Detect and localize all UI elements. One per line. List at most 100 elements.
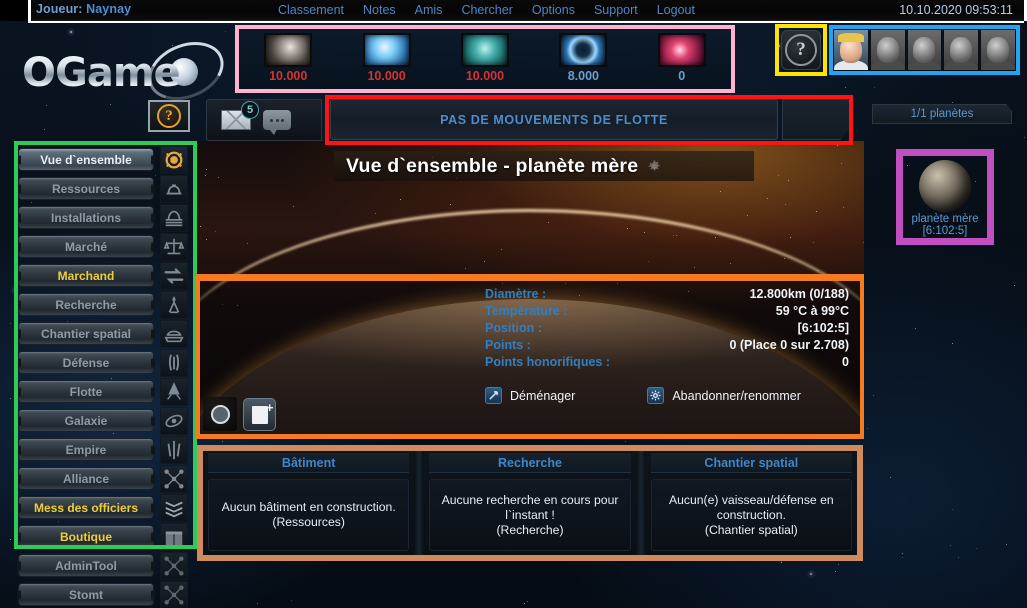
sidebar-button[interactable]: Marché <box>18 235 154 258</box>
metal-amount: 10.000 <box>269 69 308 83</box>
officer-admiral[interactable] <box>869 29 906 71</box>
sidebar-button[interactable]: Chantier spatial <box>18 322 154 345</box>
abandon-rename-action[interactable]: Abandonner/renommer <box>647 387 801 404</box>
sidebar-item-marchand[interactable]: Marchand <box>18 261 193 290</box>
alliance-icon[interactable] <box>160 465 188 493</box>
player-label: Joueur: <box>36 2 83 16</box>
sidebar-button[interactable]: Flotte <box>18 380 154 403</box>
info-value: 0 <box>842 354 849 369</box>
sidebar-button[interactable]: Recherche <box>18 293 154 316</box>
panel-research-body[interactable]: Aucune recherche en cours pour l`instant… <box>429 479 631 551</box>
sidebar-item-boutique[interactable]: Boutique <box>18 522 193 551</box>
sidebar-item-admintool[interactable]: AdminTool <box>18 551 193 580</box>
planet-counter-label: 1/1 planètes <box>910 108 974 120</box>
nav-link-options[interactable]: Options <box>532 3 575 17</box>
resource-metal[interactable]: 10.000 <box>244 33 332 83</box>
metal-icon <box>264 33 313 67</box>
resource-deuterium[interactable]: 10.000 <box>441 33 529 83</box>
fleet-icon[interactable] <box>160 378 188 406</box>
planet-list-item[interactable]: planète mère [6:102:5] <box>899 152 991 242</box>
sidebar-button[interactable]: Boutique <box>18 525 154 548</box>
resource-energy[interactable]: 8.000 <box>539 33 627 83</box>
sidebar-item-label: Marché <box>64 239 108 254</box>
sidebar-button[interactable]: Ressources <box>18 177 154 200</box>
move-planet-label: Déménager <box>510 388 576 403</box>
sidebar-item-march[interactable]: Marché <box>18 232 193 261</box>
sidebar-button[interactable]: Installations <box>18 206 154 229</box>
sidebar-item-label: Marchand <box>57 268 115 283</box>
panel-buildings-body[interactable]: Aucun bâtiment en construction. (Ressour… <box>208 479 410 551</box>
fleet-movement-banner[interactable]: PAS DE MOUVEMENTS DE FLOTTE <box>330 99 778 140</box>
sidebar-button[interactable]: Galaxie <box>18 409 154 432</box>
resource-crystal[interactable]: 10.000 <box>343 33 431 83</box>
officer-commander[interactable] <box>833 29 869 71</box>
nav-link-classement[interactable]: Classement <box>278 3 344 17</box>
sidebar-item-label: Recherche <box>55 297 117 312</box>
sidebar-item-stomt[interactable]: Stomt <box>18 580 193 608</box>
nav-link-chercher[interactable]: Chercher <box>461 3 512 17</box>
officer-hat <box>837 33 864 42</box>
sidebar-button[interactable]: Marchand <box>18 264 154 287</box>
sidebar-item-d-fense[interactable]: Défense <box>18 348 193 377</box>
sidebar-button[interactable]: Stomt <box>18 583 154 606</box>
sidebar-item-mess-des-officiers[interactable]: Mess des officiers <box>18 493 193 522</box>
server-datetime: 10.10.2020 09:53:11 <box>899 3 1013 17</box>
sidebar-item-recherche[interactable]: Recherche <box>18 290 193 319</box>
panel-shipyard-title: Chantier spatial <box>704 455 799 470</box>
sidebar-item-empire[interactable]: Empire <box>18 435 193 464</box>
resource-bar: 10.000 10.000 10.000 8.000 0 <box>238 28 732 90</box>
overview-icon[interactable] <box>160 146 188 174</box>
shop-icon[interactable] <box>160 523 188 551</box>
gear-icon[interactable] <box>648 160 661 173</box>
empire-icon[interactable] <box>160 436 188 464</box>
resource-darkmatter[interactable]: 0 <box>638 33 726 83</box>
sidebar-item-alliance[interactable]: Alliance <box>18 464 193 493</box>
sidebar-button[interactable]: Alliance <box>18 467 154 490</box>
facilities-icon[interactable] <box>160 204 188 232</box>
officers-icon[interactable] <box>160 494 188 522</box>
admin-icon[interactable] <box>160 552 188 580</box>
planet-bottom-icons <box>203 397 276 431</box>
sidebar-button[interactable]: Vue d`ensemble <box>18 148 154 171</box>
info-key: Points honorifiques : <box>485 354 610 369</box>
nav-link-notes[interactable]: Notes <box>363 3 396 17</box>
info-row-position: Position : [6:102:5] <box>485 319 849 336</box>
research-icon[interactable] <box>160 291 188 319</box>
sidebar-button[interactable]: AdminTool <box>18 554 154 577</box>
defence-icon[interactable] <box>160 349 188 377</box>
sidebar-item-chantier-spatial[interactable]: Chantier spatial <box>18 319 193 348</box>
messages-button[interactable]: 5 <box>221 101 259 130</box>
sidebar-item-vue-d-ensemble[interactable]: Vue d`ensemble <box>18 145 193 174</box>
trader-icon[interactable] <box>160 262 188 290</box>
sidebar-button[interactable]: Défense <box>18 351 154 374</box>
new-page-icon[interactable] <box>243 398 276 431</box>
nav-link-amis[interactable]: Amis <box>415 3 443 17</box>
help-button-top[interactable]: ? <box>781 30 821 70</box>
sidebar-button[interactable]: Empire <box>18 438 154 461</box>
panel-shipyard-body[interactable]: Aucun(e) vaisseau/défense en constructio… <box>650 479 852 551</box>
help-button-tutorial[interactable]: ? <box>148 100 190 132</box>
planet-view-icon[interactable] <box>203 397 237 431</box>
move-planet-action[interactable]: Déménager <box>485 387 575 404</box>
nav-link-support[interactable]: Support <box>594 3 638 17</box>
ogame-logo[interactable]: OGame <box>22 31 233 111</box>
market-icon[interactable] <box>160 233 188 261</box>
sidebar-button[interactable]: Mess des officiers <box>18 496 154 519</box>
sidebar-item-installations[interactable]: Installations <box>18 203 193 232</box>
resources-icon[interactable] <box>160 175 188 203</box>
officer-engineer[interactable] <box>906 29 943 71</box>
sidebar-item-ressources[interactable]: Ressources <box>18 174 193 203</box>
stomt-icon[interactable] <box>160 581 188 608</box>
top-menu-links: Classement Notes Amis Chercher Options S… <box>278 3 695 17</box>
panel-buildings-header: Bâtiment <box>208 453 410 473</box>
page-title: Vue d`ensemble - planète mère <box>346 154 639 177</box>
shipyard-icon[interactable] <box>160 320 188 348</box>
deuterium-icon <box>460 33 509 67</box>
nav-link-logout[interactable]: Logout <box>657 3 695 17</box>
chat-icon[interactable] <box>263 110 291 135</box>
galaxy-icon[interactable] <box>160 407 188 435</box>
officer-technocrat[interactable] <box>980 29 1016 71</box>
sidebar-item-galaxie[interactable]: Galaxie <box>18 406 193 435</box>
sidebar-item-flotte[interactable]: Flotte <box>18 377 193 406</box>
officer-geologist[interactable] <box>943 29 980 71</box>
